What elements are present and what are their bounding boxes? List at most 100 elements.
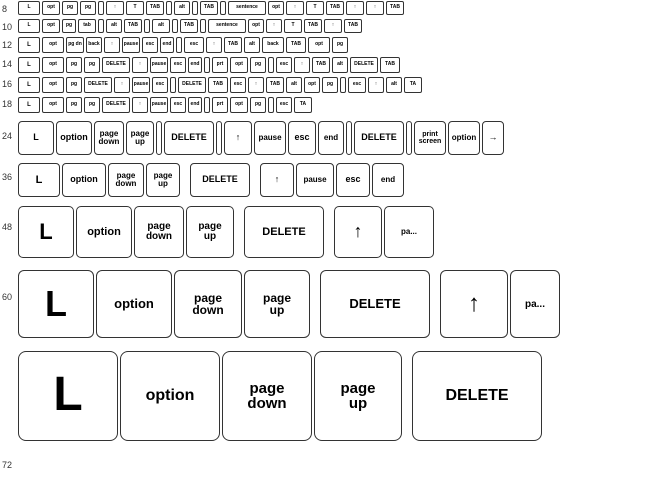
- key-16-up[interactable]: ↑: [114, 77, 130, 93]
- key-10-10[interactable]: TAB: [180, 19, 198, 33]
- key-24-option[interactable]: option: [56, 121, 92, 155]
- key-L-12[interactable]: L: [18, 37, 40, 53]
- key-14-opt2[interactable]: opt: [230, 57, 248, 73]
- key-36-esc[interactable]: esc: [336, 163, 370, 197]
- key-14-up2[interactable]: ↑: [294, 57, 310, 73]
- key-L-bottom[interactable]: L: [18, 351, 118, 441]
- key-36-option[interactable]: option: [62, 163, 106, 197]
- key-48-up[interactable]: ↑: [334, 206, 382, 258]
- key-10-5[interactable]: alt: [106, 19, 122, 33]
- key-16-pgu[interactable]: pg: [66, 77, 82, 93]
- key-14-tab2[interactable]: TAB: [380, 57, 400, 73]
- key-14-alt[interactable]: alt: [332, 57, 348, 73]
- key-14-pgd2[interactable]: pg: [250, 57, 266, 73]
- key-L-24[interactable]: L: [18, 121, 54, 155]
- key-36-pause[interactable]: pause: [296, 163, 334, 197]
- key-10-16[interactable]: TAB: [304, 19, 322, 33]
- key-60-del[interactable]: DELETE: [320, 270, 430, 338]
- key-14-pgd[interactable]: pg: [66, 57, 82, 73]
- key-48-pa[interactable]: pa...: [384, 206, 434, 258]
- key-10-14[interactable]: ↑: [266, 19, 282, 33]
- key-L-48[interactable]: L: [18, 206, 74, 258]
- key-12-back2[interactable]: back: [262, 37, 284, 53]
- key-12-back[interactable]: back: [86, 37, 102, 53]
- key-18-opt2[interactable]: opt: [230, 97, 248, 113]
- key-24-del[interactable]: DELETE: [164, 121, 214, 155]
- key-16-pause[interactable]: pause: [132, 77, 150, 93]
- key-24-del2[interactable]: DELETE: [354, 121, 404, 155]
- key-16-esc[interactable]: esc: [152, 77, 168, 93]
- key-8-20[interactable]: TAB: [386, 1, 404, 15]
- key-L-36[interactable]: L: [18, 163, 60, 197]
- key-bottom-del[interactable]: DELETE: [412, 351, 542, 441]
- key-8-10[interactable]: [192, 1, 198, 15]
- key-24-pause[interactable]: pause: [254, 121, 286, 155]
- key-18-pgu[interactable]: pg: [84, 97, 100, 113]
- key-16-ta[interactable]: TA: [404, 77, 422, 93]
- key-18-pgd2[interactable]: pg: [250, 97, 266, 113]
- key-12-pgd[interactable]: pg dn: [66, 37, 84, 53]
- key-16-alt2[interactable]: alt: [386, 77, 402, 93]
- key-36-pgdown[interactable]: pagedown: [108, 163, 144, 197]
- key-8-2[interactable]: pg: [62, 1, 78, 15]
- key-18-esc2[interactable]: esc: [276, 97, 292, 113]
- key-24-esc[interactable]: esc: [288, 121, 316, 155]
- key-16-up3[interactable]: ↑: [368, 77, 384, 93]
- key-8-15[interactable]: ↑: [286, 1, 304, 15]
- key-8-16[interactable]: T: [306, 1, 324, 15]
- key-10-11[interactable]: [200, 19, 206, 33]
- key-14-up[interactable]: ↑: [132, 57, 148, 73]
- key-8-7[interactable]: TAB: [146, 1, 164, 15]
- key-16-pgd2[interactable]: pg: [322, 77, 338, 93]
- key-8-1[interactable]: opt: [42, 1, 60, 15]
- key-bottom-pgup[interactable]: pageup: [314, 351, 402, 441]
- key-18-prt[interactable]: prt: [212, 97, 228, 113]
- key-12-end[interactable]: end: [160, 37, 174, 53]
- key-8-3[interactable]: pg: [80, 1, 96, 15]
- key-12-up2[interactable]: ↑: [206, 37, 222, 53]
- key-8-18[interactable]: ↑: [346, 1, 364, 15]
- key-12-tab[interactable]: TAB: [224, 37, 242, 53]
- key-10-4[interactable]: [98, 19, 104, 33]
- key-10-6[interactable]: TAB: [124, 19, 142, 33]
- key-12-opt[interactable]: opt: [42, 37, 64, 53]
- key-bottom-option[interactable]: option: [120, 351, 220, 441]
- key-18-opt[interactable]: opt: [42, 97, 64, 113]
- key-24-prtscr[interactable]: printscreen: [414, 121, 446, 155]
- key-16-opt[interactable]: opt: [42, 77, 64, 93]
- key-12-pgd2[interactable]: pg: [332, 37, 348, 53]
- key-48-pgup[interactable]: pageup: [186, 206, 234, 258]
- key-14-esc[interactable]: esc: [170, 57, 186, 73]
- key-L-18[interactable]: L: [18, 97, 40, 113]
- key-18-end[interactable]: end: [188, 97, 202, 113]
- key-8-13[interactable]: sentence: [228, 1, 266, 15]
- key-12-opt2[interactable]: opt: [308, 37, 330, 53]
- key-8-6[interactable]: T: [126, 1, 144, 15]
- key-16-tab2[interactable]: TAB: [266, 77, 284, 93]
- key-14-tab[interactable]: TAB: [312, 57, 330, 73]
- key-60-option[interactable]: option: [96, 270, 172, 338]
- key-16-del2[interactable]: DELETE: [178, 77, 206, 93]
- key-24-right[interactable]: →: [482, 121, 504, 155]
- key-8-12[interactable]: [220, 1, 226, 15]
- key-18-pause[interactable]: pause: [150, 97, 168, 113]
- key-16-tab[interactable]: TAB: [208, 77, 228, 93]
- key-18-esc[interactable]: esc: [170, 97, 186, 113]
- key-10-9[interactable]: [172, 19, 178, 33]
- key-10-7[interactable]: [144, 19, 150, 33]
- key-10-18[interactable]: TAB: [344, 19, 362, 33]
- key-8-4[interactable]: [98, 1, 104, 15]
- key-10-8[interactable]: alt: [152, 19, 170, 33]
- key-10-17[interactable]: ↑: [324, 19, 342, 33]
- key-14-pgu[interactable]: pg: [84, 57, 100, 73]
- key-36-up[interactable]: ↑: [260, 163, 294, 197]
- key-12-tab2[interactable]: TAB: [286, 37, 306, 53]
- key-L-60[interactable]: L: [18, 270, 94, 338]
- key-10-1[interactable]: opt: [42, 19, 60, 33]
- key-16-esc2[interactable]: esc: [230, 77, 246, 93]
- key-14-opt[interactable]: opt: [42, 57, 64, 73]
- key-60-up[interactable]: ↑: [440, 270, 508, 338]
- key-L-14[interactable]: L: [18, 57, 40, 73]
- key-10-13[interactable]: opt: [248, 19, 264, 33]
- key-12-alt[interactable]: alt: [244, 37, 260, 53]
